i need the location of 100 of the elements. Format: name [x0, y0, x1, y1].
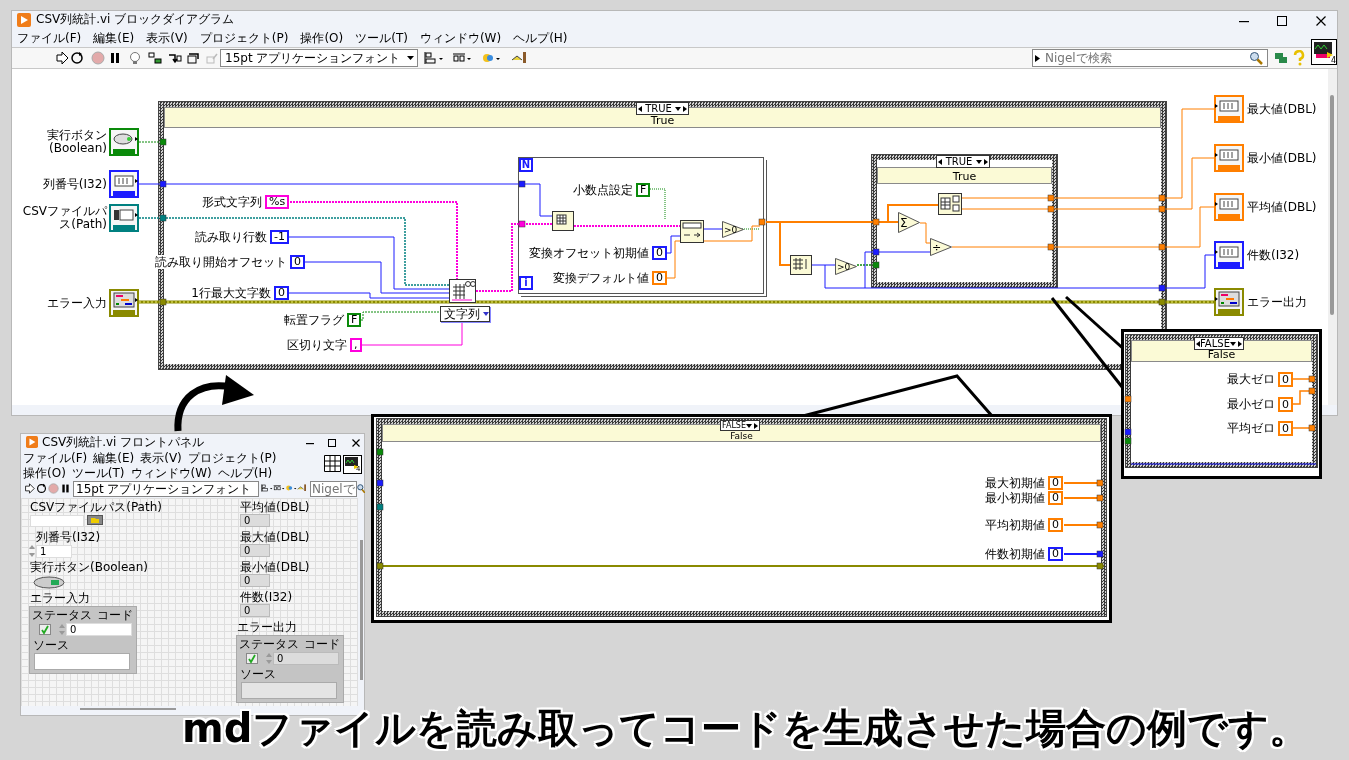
scrollbar-thumb[interactable]: [1330, 95, 1334, 315]
source-field[interactable]: [34, 653, 130, 670]
caption: mdファイルを読み取ってコードを生成させた場合の例です。: [182, 704, 1310, 753]
caret-icon[interactable]: [407, 56, 414, 60]
pause-icon[interactable]: [60, 483, 71, 494]
tunnel: [1158, 243, 1166, 251]
align-icon[interactable]: [424, 51, 444, 65]
comparison-node: >0: [835, 258, 857, 275]
probe-icon[interactable]: [148, 51, 162, 65]
menu-item[interactable]: プロジェクト(P): [187, 451, 277, 466]
cleanup-icon[interactable]: [297, 483, 309, 493]
distribute-icon[interactable]: [452, 51, 472, 65]
boolean-terminal-icon: [109, 128, 139, 156]
numeric-terminal-icon: [109, 170, 139, 198]
constant: 0: [1048, 491, 1063, 505]
right-arrow-icon[interactable]: [1238, 340, 1242, 347]
menu-item[interactable]: ツール(T): [355, 31, 408, 46]
search-icon[interactable]: [1249, 51, 1263, 65]
distribute-icon[interactable]: [273, 483, 285, 493]
close-icon[interactable]: [1315, 15, 1327, 27]
menu-item[interactable]: ウィンドウ(W): [419, 31, 502, 46]
constant-label: 読み取り開始オフセット: [155, 255, 287, 269]
left-arrow-icon[interactable]: [638, 105, 642, 112]
tunnel: [1308, 424, 1316, 432]
constant-label: 平均初期値: [985, 518, 1045, 532]
menu-item[interactable]: 操作(O): [300, 31, 344, 46]
numeric-terminal-icon: [1214, 95, 1244, 123]
search-field[interactable]: Nigelで検索: [1032, 49, 1268, 67]
constant: 0: [1048, 476, 1063, 490]
connector-pane-icon[interactable]: [1311, 39, 1337, 65]
case-selector[interactable]: TRUE: [936, 155, 990, 168]
boolean-button[interactable]: [33, 576, 65, 589]
search-icon[interactable]: [357, 484, 365, 493]
field-label: 平均値(DBL): [240, 500, 310, 514]
menu-item[interactable]: ヘルプ(H): [513, 31, 568, 46]
run-arrow-icon[interactable]: [55, 51, 69, 65]
constant-label: 最大ゼロ: [1227, 372, 1275, 387]
step-into-icon[interactable]: [168, 51, 182, 65]
browse-button[interactable]: [87, 515, 103, 525]
menu-item[interactable]: ファイル(F): [17, 31, 82, 46]
caret-icon[interactable]: [746, 423, 752, 428]
menu-item[interactable]: 操作(O): [23, 466, 66, 481]
menu-item[interactable]: プロジェクト(P): [199, 31, 289, 46]
maximize-icon[interactable]: [327, 438, 337, 448]
case-selector[interactable]: FALSE: [720, 420, 760, 431]
constant: %s: [265, 195, 290, 209]
numeric-terminal-icon: [1214, 241, 1244, 269]
menu-item[interactable]: ファイル(F): [23, 451, 88, 466]
field-label: コード: [97, 608, 133, 622]
close-icon[interactable]: [351, 438, 361, 448]
right-arrow-icon[interactable]: [754, 422, 758, 429]
left-arrow-icon[interactable]: [938, 158, 942, 165]
scan-from-string-node-icon: [680, 220, 704, 243]
reorder-icon[interactable]: [285, 483, 297, 493]
menu-item[interactable]: 編集(E): [93, 451, 135, 466]
menu-item[interactable]: 表示(V): [146, 31, 188, 46]
case-selector[interactable]: TRUE: [636, 102, 689, 115]
font-selector[interactable]: 15pt アプリケーションフォント: [220, 49, 418, 67]
window-title: CSV列統計.vi ブロックダイアグラム: [36, 11, 235, 27]
scrollbar-thumb[interactable]: [80, 708, 176, 710]
numeric-indicator: 0: [240, 544, 270, 557]
search-field[interactable]: Nigelで: [310, 481, 357, 497]
run-continuously-icon[interactable]: [36, 483, 47, 494]
case-header: True: [877, 167, 1052, 184]
right-arrow-icon[interactable]: [683, 105, 687, 112]
run-continuously-icon[interactable]: [70, 51, 84, 65]
caret-icon[interactable]: [976, 159, 982, 164]
bulb-icon[interactable]: [128, 51, 142, 65]
left-arrow-icon[interactable]: [1196, 340, 1200, 347]
numeric-field[interactable]: 1: [36, 545, 72, 558]
menu-item[interactable]: 編集(E): [93, 31, 135, 46]
caret-icon[interactable]: [675, 106, 681, 111]
connector-pane-icon[interactable]: [343, 455, 362, 474]
menu-item[interactable]: ウィンドウ(W): [130, 466, 212, 481]
numeric-field[interactable]: 0: [66, 623, 132, 636]
right-arrow-icon[interactable]: [984, 158, 988, 165]
caret-icon[interactable]: [483, 312, 489, 316]
menu-item[interactable]: ヘルプ(H): [217, 466, 273, 481]
tunnel: [159, 298, 167, 306]
path-field[interactable]: [30, 515, 84, 527]
scrollbar-thumb[interactable]: [360, 540, 363, 680]
reorder-icon[interactable]: [481, 51, 501, 65]
menu-item[interactable]: 表示(V): [140, 451, 182, 466]
run-arrow-icon[interactable]: [24, 483, 35, 494]
maximize-icon[interactable]: [1276, 15, 1288, 27]
font-selector[interactable]: 15pt アプリケーションフォント: [73, 481, 259, 497]
constant: F: [636, 183, 651, 197]
expand-arrow-icon[interactable]: [1035, 55, 1040, 62]
app-icon: [26, 436, 38, 448]
tunnel: [376, 479, 384, 487]
grid-icon[interactable]: [324, 455, 341, 472]
step-over-icon[interactable]: [186, 51, 200, 65]
case-selector[interactable]: FALSE: [1194, 337, 1244, 350]
caret-icon[interactable]: [1230, 341, 1236, 346]
pause-icon[interactable]: [108, 51, 122, 65]
constant-label: 変換オフセット初期値: [529, 246, 649, 260]
menu-item[interactable]: ツール(T): [71, 466, 125, 481]
mode-selector[interactable]: 文字列: [440, 306, 490, 322]
chat-icon[interactable]: [1274, 51, 1288, 65]
align-icon[interactable]: [261, 483, 273, 493]
